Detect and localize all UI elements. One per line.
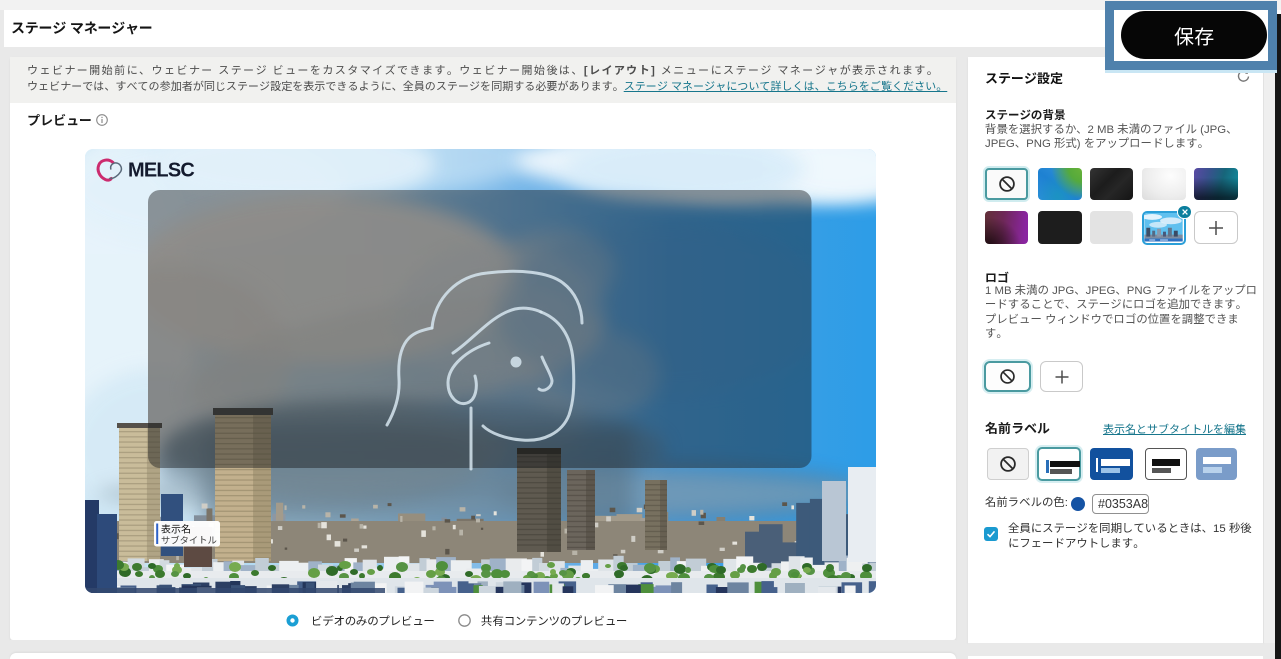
svg-text:サブタイトル: サブタイトル (161, 533, 217, 547)
svg-text:MELSC: MELSC (128, 160, 194, 182)
